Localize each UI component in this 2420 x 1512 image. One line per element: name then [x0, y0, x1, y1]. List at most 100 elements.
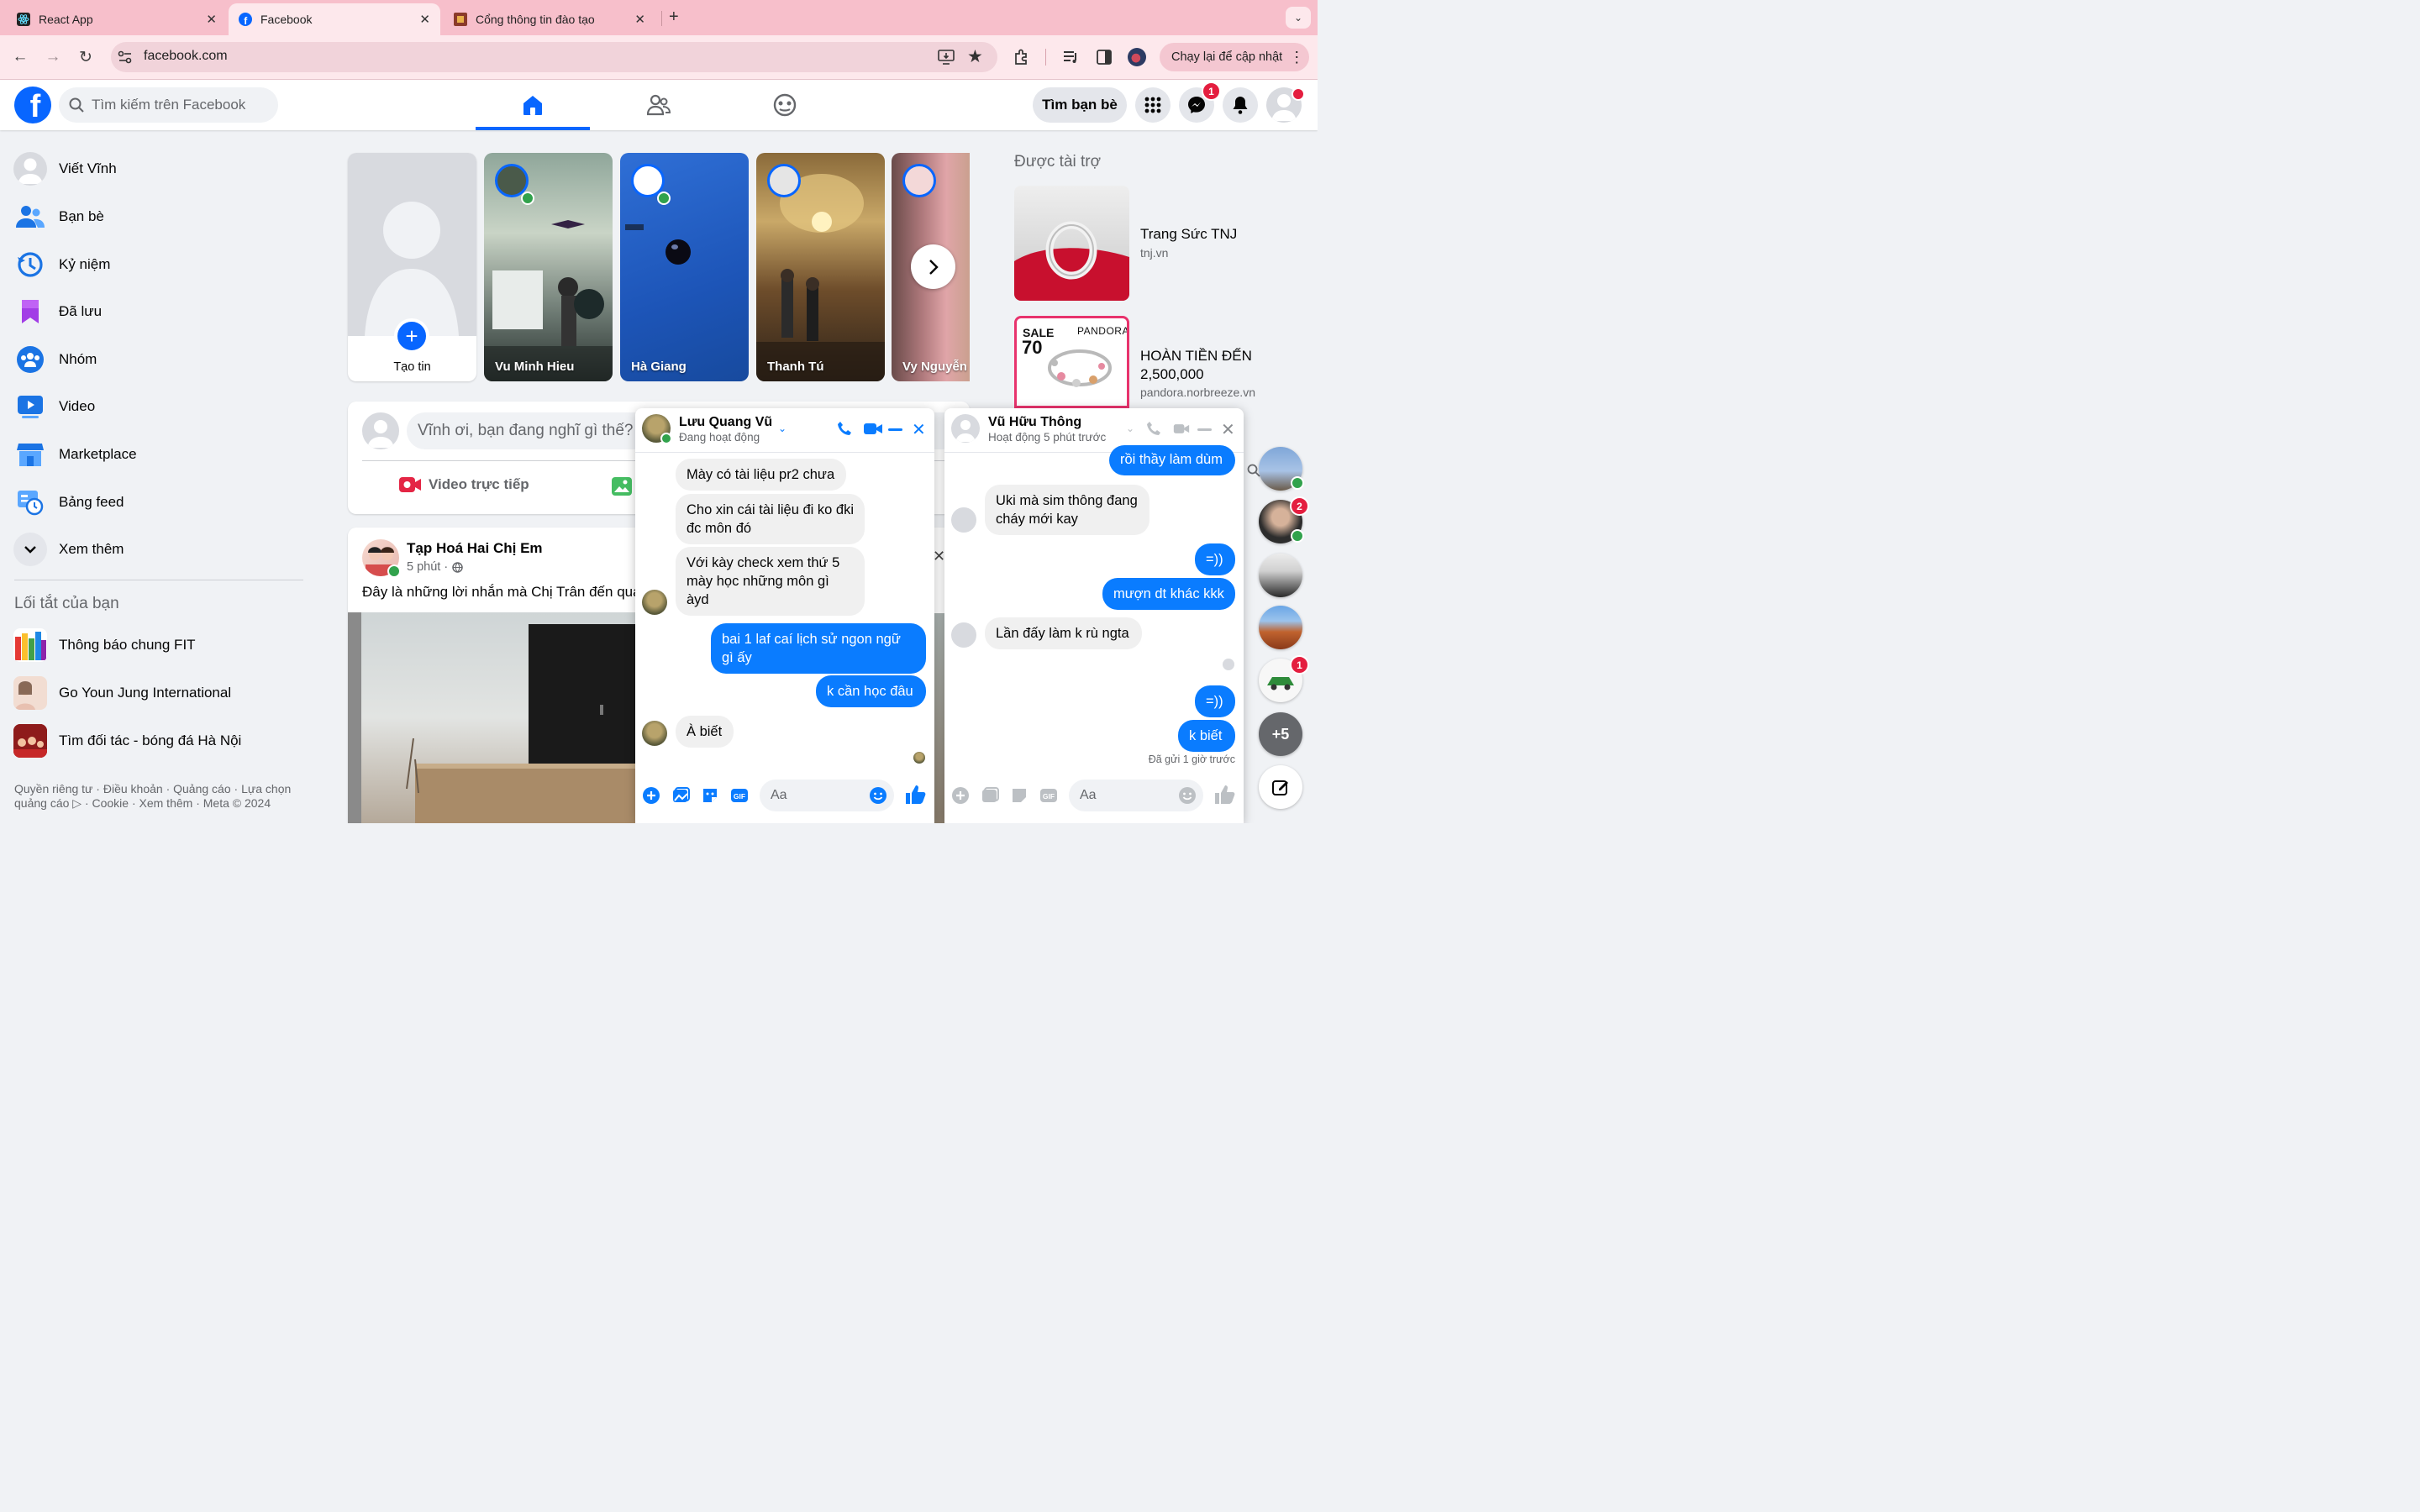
- tab-search-icon[interactable]: ⌄: [1286, 7, 1311, 29]
- emoji-icon[interactable]: [869, 786, 887, 805]
- chat-contact-name[interactable]: Lưu Quang Vũ: [679, 415, 772, 430]
- menu-button[interactable]: [1135, 87, 1171, 123]
- emoji-icon[interactable]: [1178, 786, 1197, 805]
- story-card[interactable]: Hà Giang: [620, 153, 749, 381]
- close-tab-icon[interactable]: ✕: [206, 12, 217, 27]
- add-circle-icon[interactable]: [951, 786, 970, 805]
- chevron-down-icon[interactable]: ⌄: [778, 423, 786, 434]
- sidebar-item-groups[interactable]: Nhóm: [13, 339, 299, 381]
- side-panel-icon[interactable]: [1097, 50, 1112, 65]
- reload-icon[interactable]: ↻: [76, 47, 96, 67]
- attach-image-icon[interactable]: [981, 786, 999, 805]
- memories-icon: [13, 248, 47, 281]
- gif-icon[interactable]: GIF: [1039, 786, 1058, 805]
- shortcut-football-hanoi[interactable]: Tìm đối tác - bóng đá Hà Nội: [13, 720, 299, 762]
- tab-cong-thong-tin[interactable]: Cổng thông tin đào tạo ✕: [444, 3, 655, 35]
- chat-head[interactable]: [1259, 606, 1302, 649]
- chevron-down-icon[interactable]: ⌄: [1126, 423, 1134, 434]
- sidebar-item-video[interactable]: Video: [13, 386, 299, 428]
- tab-facebook[interactable]: f Facebook ✕: [229, 3, 440, 35]
- back-icon[interactable]: ←: [10, 47, 30, 67]
- video-call-icon[interactable]: [863, 422, 883, 436]
- story-card[interactable]: Vu Minh Hieu: [484, 153, 613, 381]
- close-tab-icon[interactable]: ✕: [634, 12, 645, 27]
- minimize-chat-icon[interactable]: [1197, 428, 1212, 431]
- install-app-icon[interactable]: [938, 50, 955, 65]
- shortcut-fit[interactable]: Thông báo chung FIT: [13, 624, 299, 666]
- shortcuts-title: Lối tắt của bạn: [14, 595, 119, 612]
- phone-call-icon[interactable]: [837, 421, 853, 437]
- phone-call-icon[interactable]: [1146, 421, 1162, 437]
- search-input[interactable]: Tìm kiếm trên Facebook: [59, 87, 278, 123]
- notifications-button[interactable]: [1223, 87, 1258, 123]
- video-call-icon[interactable]: [1173, 422, 1190, 436]
- post-author-name[interactable]: Tạp Hoá Hai Chị Em: [407, 540, 543, 557]
- sidebar-item-saved[interactable]: Đã lưu: [13, 291, 299, 333]
- forward-icon[interactable]: →: [43, 47, 63, 67]
- sidebar-item-feeds[interactable]: Bảng feed: [13, 481, 299, 523]
- add-circle-icon[interactable]: [642, 786, 660, 805]
- home-icon[interactable]: [521, 93, 544, 117]
- friends-nav-icon[interactable]: [647, 94, 671, 116]
- go-youn-jung-avatar: [13, 676, 47, 710]
- ad-image-tnj[interactable]: [1014, 186, 1129, 301]
- avatar[interactable]: [362, 412, 399, 449]
- more-vert-icon[interactable]: ⋮: [1289, 50, 1304, 65]
- sidebar-item-memories[interactable]: Kỷ niệm: [13, 244, 299, 286]
- ad-name[interactable]: HOÀN TIỀN ĐẾN 2,500,000: [1140, 347, 1252, 384]
- close-tab-icon[interactable]: ✕: [419, 12, 430, 27]
- create-story-card[interactable]: + Tạo tin: [348, 153, 476, 381]
- attach-image-icon[interactable]: [671, 786, 690, 805]
- new-message-button[interactable]: [1259, 765, 1302, 809]
- close-chat-icon[interactable]: ✕: [912, 419, 926, 440]
- shortcut-label: Thông báo chung FIT: [59, 637, 196, 653]
- sidebar-item-see-more[interactable]: Xem thêm: [13, 528, 299, 570]
- sidebar-item-friends[interactable]: Bạn bè: [13, 196, 299, 238]
- post-image[interactable]: [348, 612, 638, 823]
- story-avatar: [902, 164, 936, 197]
- relaunch-update-button[interactable]: Chạy lại để cập nhật ⋮: [1160, 43, 1309, 71]
- add-story-icon: +: [394, 318, 429, 354]
- gaming-nav-icon[interactable]: [773, 93, 797, 117]
- sidebar-item-marketplace[interactable]: Marketplace: [13, 433, 299, 475]
- address-bar[interactable]: [111, 42, 997, 72]
- sidebar-item-profile[interactable]: Viết Vĩnh: [13, 148, 299, 190]
- bookmark-star-icon[interactable]: ★: [967, 46, 983, 67]
- stories-next-button[interactable]: [911, 244, 955, 289]
- post-time[interactable]: 5 phút ·: [407, 560, 448, 574]
- shortcut-go-youn-jung[interactable]: Go Youn Jung International: [13, 672, 299, 714]
- like-icon[interactable]: [904, 784, 926, 806]
- facebook-logo[interactable]: f: [14, 87, 51, 123]
- footer-line[interactable]: quảng cáo ▷ · Cookie · Xem thêm · Meta ©…: [14, 796, 317, 811]
- media-control-icon[interactable]: [1063, 50, 1080, 65]
- ad-name[interactable]: Trang Sức TNJ: [1140, 226, 1237, 243]
- extensions-icon[interactable]: [1013, 49, 1030, 66]
- photo-video-icon[interactable]: [611, 476, 633, 496]
- site-settings-icon[interactable]: [118, 50, 133, 64]
- new-tab-icon[interactable]: +: [669, 8, 679, 27]
- profile-avatar-icon[interactable]: [1128, 48, 1146, 66]
- sidebar-item-label: Bảng feed: [59, 494, 124, 510]
- bell-icon: [1233, 97, 1248, 114]
- live-video-icon: [399, 477, 421, 492]
- chat-head[interactable]: [1259, 554, 1302, 597]
- gif-icon[interactable]: GIF: [730, 786, 749, 805]
- like-icon[interactable]: [1213, 784, 1235, 806]
- chat-avatar[interactable]: [951, 414, 980, 443]
- close-chat-icon[interactable]: ✕: [1221, 419, 1235, 440]
- live-video-button[interactable]: Video trực tiếp: [398, 475, 529, 494]
- seen-avatar: [913, 752, 925, 764]
- close-post-icon[interactable]: ✕: [933, 548, 945, 565]
- footer-line[interactable]: Quyền riêng tư · Điều khoản · Quảng cáo …: [14, 782, 317, 796]
- sticker-icon[interactable]: [701, 786, 719, 805]
- sticker-icon[interactable]: [1010, 786, 1028, 805]
- footer-links[interactable]: Quyền riêng tư · Điều khoản · Quảng cáo …: [14, 782, 317, 811]
- story-card[interactable]: Thanh Tú: [756, 153, 885, 381]
- minimize-chat-icon[interactable]: [888, 428, 902, 431]
- ad-image-pandora[interactable]: SALE 70 PANDORA: [1014, 316, 1129, 408]
- find-friends-button[interactable]: Tìm bạn bè: [1033, 87, 1127, 123]
- more-chats-button[interactable]: +5: [1259, 712, 1302, 756]
- chat-contact-name[interactable]: Vũ Hữu Thông: [988, 415, 1081, 430]
- marketplace-icon: [13, 438, 47, 471]
- tab-react-app[interactable]: React App ✕: [7, 3, 227, 35]
